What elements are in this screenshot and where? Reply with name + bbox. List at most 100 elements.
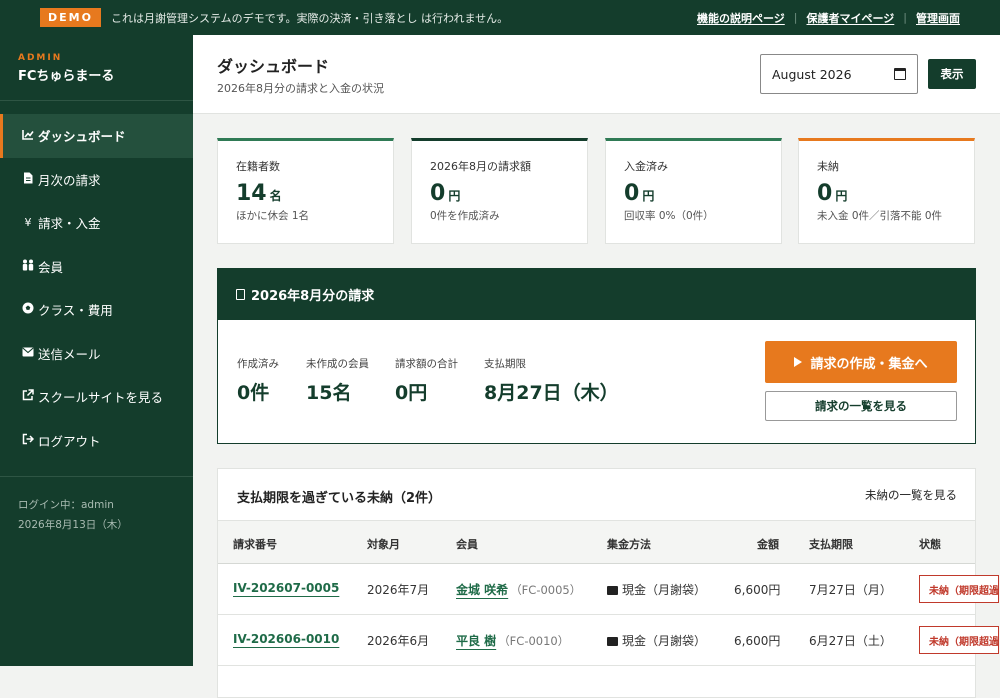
card-value: 0円 [817,181,974,206]
view-billing-list-button[interactable]: 請求の一覧を見る [765,391,957,421]
parent-mypage-link[interactable]: 保護者マイページ [807,10,895,26]
stat-label: 未作成の会員 [306,358,369,370]
payment-method: 現金（月謝袋） [607,632,706,649]
card-label: 入金済み [624,160,668,173]
brand[interactable]: ADMIN FCちゅらまーる [0,35,193,101]
panel-header: 2026年8月分の請求 [218,269,975,320]
wallet-icon [607,637,618,646]
sidebar-item-members[interactable]: 会員 [0,245,193,289]
card-number: 14 [236,181,267,206]
stat-value: 8月27日（木） [484,382,619,404]
card-number: 0 [624,181,640,206]
sidebar-item-label: 請求・入金 [38,216,101,232]
sidebar-item-logout[interactable]: ログアウト [0,419,193,463]
card-number: 0 [430,181,446,206]
divider: | [903,11,907,24]
card-note: 0件を作成済み [430,210,500,222]
invoice-link[interactable]: IV-202606-0010 [233,632,339,646]
card-label: 在籍者数 [236,160,280,173]
member-link[interactable]: 金城 咲希 [456,583,508,597]
sidebar-item-view-school-site[interactable]: スクールサイトを見る [0,375,193,419]
stat-label: 請求額の合計 [395,358,458,370]
sidebar: ADMIN FCちゅらまーる ダッシュボード 月次の請求 ¥ 請求・入金 会員 [0,35,193,666]
sidebar-item-label: クラス・費用 [38,303,113,319]
stat-due-date: 支払期限 8月27日（木） [484,356,619,405]
soccer-ball-icon [20,302,36,317]
demo-badge: DEMO [40,8,101,27]
sidebar-item-billing-payments[interactable]: ¥ 請求・入金 [0,201,193,245]
month-picker[interactable]: August 2026 [760,54,918,94]
status-badge: 未納（期限超過） [919,575,999,603]
page-header: ダッシュボード 2026年8月分の請求と入金の状況 August 2026 表示 [193,35,1000,114]
card-unit: 円 [448,189,461,203]
invoice-link[interactable]: IV-202607-0005 [233,581,339,595]
card-value: 14 名 [236,181,393,206]
sidebar-item-label: ログアウト [38,433,101,449]
monthly-billing-panel: 2026年8月分の請求 作成済み 0件 未作成の会員 15名 請求額の合計 0円… [217,268,976,444]
payment-method: 現金（月謝袋） [607,581,706,598]
payment-method-label: 現金（月謝袋） [622,583,707,597]
sidebar-item-monthly-billing[interactable]: 月次の請求 [0,158,193,202]
stat-created: 作成済み 0件 [237,356,279,405]
sidebar-item-label: ダッシュボード [38,129,126,145]
admin-link[interactable]: 管理画面 [916,10,960,26]
stat-value: 15名 [306,382,352,404]
table-header: 請求番号 対象月 会員 集金方法 金額 支払期限 状態 [218,520,975,564]
divider: | [793,11,798,24]
unpaid-card: 未納 0円 未入金 0件／引落不能 0件 [798,138,975,244]
session-info: ログイン中：admin 2026年8月13日（木） [0,476,193,535]
yen-icon: ¥ [24,216,32,230]
sidebar-item-classes-fees[interactable]: クラス・費用 [0,288,193,332]
card-value: 0円 [430,181,587,206]
sidebar-item-dashboard[interactable]: ダッシュボード [0,114,193,158]
card-label: 未納 [817,160,839,173]
amount: 6,600円 [734,583,781,597]
column-header[interactable]: 金額 [757,536,779,552]
due-date: 6月27日（土） [809,634,892,648]
column-header[interactable]: 請求番号 [233,536,277,552]
sidebar-item-label: 送信メール [38,346,101,362]
card-unit: 円 [642,189,655,203]
button-label: 請求の作成・集金へ [810,356,928,372]
overdue-panel: 支払期限を過ぎている未納（2件） 未納の一覧を見る 請求番号 対象月 会員 集金… [217,468,999,698]
page-title: ダッシュボード [217,57,330,76]
create-billing-button[interactable]: 請求の作成・集金へ [765,341,957,383]
document-icon [236,289,245,300]
show-button[interactable]: 表示 [928,59,976,89]
logout-icon [20,433,36,448]
sidebar-nav: ダッシュボード 月次の請求 ¥ 請求・入金 会員 クラス・費用 送信メール スク… [0,114,193,462]
sidebar-item-label: スクールサイトを見る [38,390,164,406]
current-date: 2026年8月13日（木） [18,519,128,531]
mail-icon [20,347,36,360]
table-row: IV-202606-0010 2026年6月 平良 樹（FC-0010） 現金（… [218,615,999,666]
card-unit: 名 [269,189,282,203]
column-header[interactable]: 集金方法 [607,536,651,552]
paid-card: 入金済み 0円 回収率 0%（0件） [605,138,782,244]
features-link[interactable]: 機能の説明ページ [697,10,785,26]
month-value: August 2026 [772,66,852,82]
column-header[interactable]: 支払期限 [809,536,853,552]
stat-value: 0円 [395,382,428,404]
wallet-icon [607,586,618,595]
sidebar-item-sent-mail[interactable]: 送信メール [0,332,193,376]
play-icon [794,357,803,367]
amount: 6,600円 [734,634,781,648]
card-note: 未入金 0件／引落不能 0件 [817,210,943,222]
demo-banner: DEMO これは月謝管理システムのデモです。実際の決済・引き落とし は行われませ… [0,0,1000,35]
brand-name: FCちゅらまーる [18,69,115,84]
stat-value: 0件 [237,382,270,404]
panel-title: 2026年8月分の請求 [251,289,375,304]
member-code: （FC-0005） [510,583,582,597]
calendar-icon[interactable] [894,68,906,80]
member-link[interactable]: 平良 樹 [456,634,496,648]
member-cell: 平良 樹（FC-0010） [456,632,569,649]
external-link-icon [20,389,36,404]
view-unpaid-list-link[interactable]: 未納の一覧を見る [865,487,957,503]
billed-amount-card: 2026年8月の請求額 0円 0件を作成済み [411,138,588,244]
sidebar-item-label: 会員 [38,259,64,275]
table-row: IV-202607-0005 2026年7月 金城 咲希 （FC-0005） 現金… [218,564,999,615]
column-header[interactable]: 対象月 [367,536,400,552]
column-header[interactable]: 会員 [456,536,478,552]
admin-label: ADMIN [18,53,63,63]
column-header[interactable]: 状態 [919,536,941,552]
